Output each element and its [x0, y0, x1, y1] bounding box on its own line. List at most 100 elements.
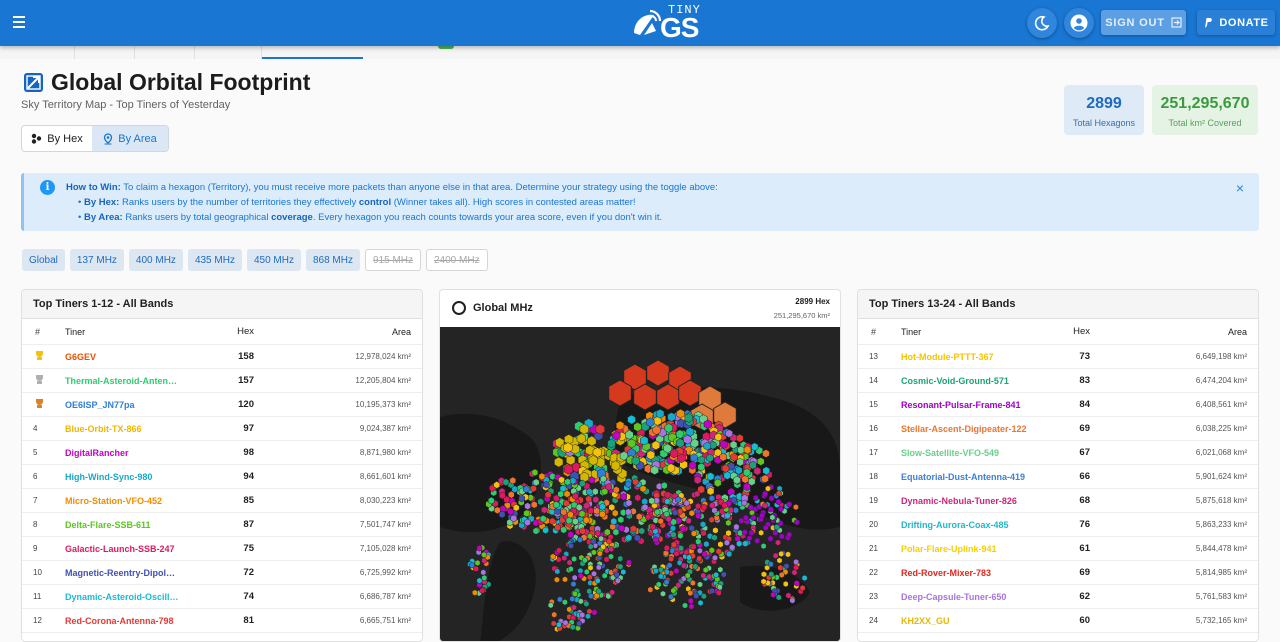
alert-hex-bold: control: [358, 197, 392, 208]
table-row[interactable]: 11 Dynamic-Asteroid-Oscill… 74 6,686,787 km…: [22, 585, 422, 609]
account-button[interactable]: [1064, 8, 1094, 38]
tab-4[interactable]: [195, 46, 262, 59]
coverage-hexagon: [778, 550, 785, 558]
tiner-name-link[interactable]: Dynamic-Asteroid-Oscill…: [56, 592, 202, 602]
table-row[interactable]: 21 Polar-Flare-Uplink-941 61 5,844,478 km²: [858, 537, 1258, 561]
menu-icon[interactable]: [8, 11, 30, 33]
row-area: 5,875,618 km²: [1195, 496, 1247, 505]
coverage-hexagon: [481, 574, 488, 582]
tiner-name-link[interactable]: Micro-Station-VFO-452: [56, 496, 202, 506]
band-chip[interactable]: 400 MHz: [128, 249, 183, 271]
col-rank[interactable]: #: [858, 327, 892, 337]
tiner-name-link[interactable]: Delta-Flare-SSB-611: [56, 520, 202, 530]
table-row[interactable]: 4 Blue-Orbit-TX-866 97 9,024,387 km²: [22, 417, 422, 441]
tiner-name-link[interactable]: OE6ISP_JN77pa: [56, 400, 202, 410]
map-canvas[interactable]: [440, 327, 840, 642]
tiner-name-link[interactable]: Red-Rover-Mixer-783: [892, 568, 1038, 578]
table-row[interactable]: Thermal-Asteroid-Anten… 157 12,205,804 km²: [22, 369, 422, 393]
table-row[interactable]: 10 Magnetic-Reentry-Dipol… 72 6,725,992 km²: [22, 561, 422, 585]
col-tiner[interactable]: Tiner: [892, 327, 1038, 337]
col-area[interactable]: Area: [254, 327, 422, 337]
table-row[interactable]: 20 Drifting-Aurora-Coax-485 76 5,863,233 km…: [858, 513, 1258, 537]
tab-2[interactable]: [75, 46, 135, 59]
table-row[interactable]: 16 Stellar-Ascent-Digipeater-122 69 6,038,2…: [858, 417, 1258, 441]
table-row[interactable]: G6GEV 158 12,978,024 km²: [22, 345, 422, 369]
coverage-hexagon: [801, 574, 808, 582]
table-row[interactable]: 13 Hot-Module-PTTT-367 73 6,649,198 km²: [858, 345, 1258, 369]
table-row[interactable]: 5 DigitalRancher 98 8,871,980 km²: [22, 441, 422, 465]
dark-mode-toggle-button[interactable]: [1027, 8, 1057, 38]
tiner-name-link[interactable]: Red-Corona-Antenna-798: [56, 616, 202, 626]
tiner-name-link[interactable]: Galactic-Launch-SSB-247: [56, 544, 202, 554]
coverage-hexagon: [749, 460, 757, 470]
table-row[interactable]: 18 Equatorial-Dust-Antenna-419 66 5,901,624…: [858, 465, 1258, 489]
coverage-hexagon: [683, 548, 690, 556]
table-row[interactable]: 12 Red-Corona-Antenna-798 81 6,665,751 km²: [22, 609, 422, 633]
tiner-name-link[interactable]: High-Wind-Sync-980: [56, 472, 202, 482]
coverage-hexagon: [770, 591, 777, 599]
coverage-hexagon: [646, 417, 655, 427]
close-icon[interactable]: ×: [1233, 181, 1247, 195]
tiner-name-link[interactable]: Drifting-Aurora-Coax-485: [892, 520, 1038, 530]
by-hex-option[interactable]: By Hex: [22, 126, 92, 151]
donate-button[interactable]: DONATE: [1197, 10, 1275, 35]
tiner-name-link[interactable]: DigitalRancher: [56, 448, 202, 458]
tab-3[interactable]: [135, 46, 195, 59]
band-chip[interactable]: Global: [22, 249, 65, 271]
tiner-name-link[interactable]: Equatorial-Dust-Antenna-419: [892, 472, 1038, 482]
tiner-name-link[interactable]: KH2XX_GU: [892, 616, 1038, 626]
col-area[interactable]: Area: [1090, 327, 1258, 337]
tiner-name-link[interactable]: Magnetic-Reentry-Dipol…: [56, 568, 202, 578]
table-row[interactable]: 9 Galactic-Launch-SSB-247 75 7,105,028 km²: [22, 537, 422, 561]
alert-hex-text-a: Ranks users by the number of territories…: [121, 197, 357, 208]
tiner-name-link[interactable]: Stellar-Ascent-Digipeater-122: [892, 424, 1038, 434]
by-area-option[interactable]: By Area: [92, 126, 168, 151]
total-area-label: Total km² Covered: [1168, 118, 1242, 128]
table-row[interactable]: 7 Micro-Station-VFO-452 85 8,030,223 km²: [22, 489, 422, 513]
coverage-hexagon: [625, 480, 632, 488]
coverage-hexagon: [692, 563, 699, 570]
table-row[interactable]: 6 High-Wind-Sync-980 94 8,661,601 km²: [22, 465, 422, 489]
table-row[interactable]: 23 Deep-Capsule-Tuner-650 62 5,761,583 km²: [858, 585, 1258, 609]
tiner-name-link[interactable]: Resonant-Pulsar-Frame-841: [892, 400, 1038, 410]
table-row[interactable]: 17 Slow-Satellite-VFO-549 67 6,021,068 km²: [858, 441, 1258, 465]
table-row[interactable]: 8 Delta-Flare-SSB-611 87 7,501,747 km²: [22, 513, 422, 537]
page-title: Global Orbital Footprint: [51, 69, 311, 95]
table-row[interactable]: 15 Resonant-Pulsar-Frame-841 84 6,408,561 k…: [858, 393, 1258, 417]
tiner-name-link[interactable]: Blue-Orbit-TX-866: [56, 424, 202, 434]
account-circle-icon: [1070, 14, 1088, 32]
by-area-label: By Area: [118, 132, 157, 145]
sign-out-button[interactable]: SIGN OUT: [1101, 10, 1186, 35]
tiner-name-link[interactable]: Hot-Module-PTTT-367: [892, 352, 1038, 362]
table-row[interactable]: 22 Red-Rover-Mixer-783 69 5,814,985 km²: [858, 561, 1258, 585]
table-row[interactable]: OE6ISP_JN77pa 120 10,195,373 km²: [22, 393, 422, 417]
tiner-name-link[interactable]: Deep-Capsule-Tuner-650: [892, 592, 1038, 602]
tinygs-logo[interactable]: TINY GS: [630, 3, 710, 43]
trophy-icon: [22, 374, 56, 387]
tiner-name-link[interactable]: Dynamic-Nebula-Tuner-826: [892, 496, 1038, 506]
coverage-hexagon: [610, 460, 621, 471]
col-rank[interactable]: #: [22, 327, 56, 337]
band-chip[interactable]: 137 MHz: [69, 249, 124, 271]
col-hex[interactable]: Hex: [202, 326, 254, 337]
coverage-hexagon: [793, 503, 799, 511]
tiner-name-link[interactable]: Cosmic-Void-Ground-571: [892, 376, 1038, 386]
tiner-name-link[interactable]: Thermal-Asteroid-Anten…: [56, 376, 202, 386]
page-subtitle: Sky Territory Map - Top Tiners of Yester…: [21, 99, 231, 111]
hexagon-coverage-map[interactable]: [440, 327, 840, 642]
table-row[interactable]: 14 Cosmic-Void-Ground-571 83 6,474,204 km²: [858, 369, 1258, 393]
alert-hex-lead: By Hex:: [83, 197, 120, 208]
table-row[interactable]: 19 Dynamic-Nebula-Tuner-826 68 5,875,618 km…: [858, 489, 1258, 513]
coverage-hexagon: [615, 420, 625, 431]
tiner-name-link[interactable]: Slow-Satellite-VFO-549: [892, 448, 1038, 458]
tiner-name-link[interactable]: G6GEV: [56, 352, 202, 362]
tab-1[interactable]: [0, 46, 75, 59]
band-chip[interactable]: 450 MHz: [246, 249, 301, 271]
coverage-hexagon: [717, 540, 724, 548]
band-chip[interactable]: 435 MHz: [187, 249, 242, 271]
col-hex[interactable]: Hex: [1038, 326, 1090, 337]
table-row[interactable]: 24 KH2XX_GU 60 5,732,165 km²: [858, 609, 1258, 633]
tiner-name-link[interactable]: Polar-Flare-Uplink-941: [892, 544, 1038, 554]
col-tiner[interactable]: Tiner: [56, 327, 202, 337]
band-chip[interactable]: 868 MHz: [305, 249, 360, 271]
